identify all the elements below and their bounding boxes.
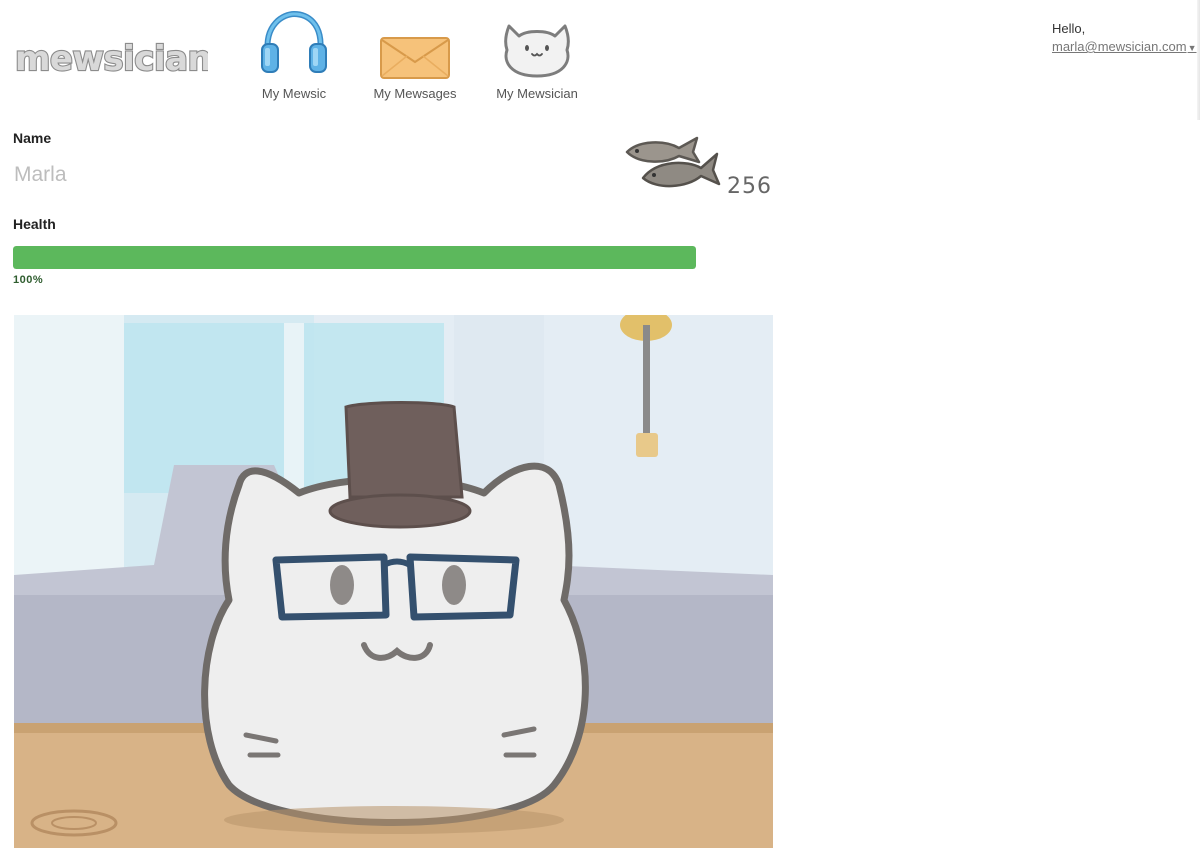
page: mewsician My Mewsic My Mewsages My Mewsi…	[0, 0, 1200, 848]
user-greeting: Hello, marla@mewsician.com▼	[1052, 20, 1196, 57]
nav-label-my-mewsic: My Mewsic	[261, 86, 327, 101]
nav-my-mewsician[interactable]: My Mewsician	[477, 10, 597, 106]
nav-my-mewsic[interactable]: My Mewsic	[234, 10, 354, 106]
fish-icon	[625, 136, 721, 188]
name-value: Marla	[14, 163, 67, 186]
nav-label-my-mewsician: My Mewsician	[496, 86, 578, 101]
greeting-text: Hello,	[1052, 21, 1086, 36]
logo-wordmark: mewsician	[14, 38, 208, 80]
health-percent: 100%	[13, 274, 44, 286]
cat-avatar-illustration	[14, 315, 773, 848]
user-email: marla@mewsician.com	[1052, 39, 1187, 54]
envelope-icon	[355, 10, 475, 84]
headphones-icon	[234, 10, 354, 84]
caret-down-icon: ▼	[1187, 43, 1197, 53]
nav-label-my-mewsages: My Mewsages	[373, 86, 457, 101]
logo-text: mewsician	[15, 39, 208, 79]
cat-face-icon	[477, 10, 597, 84]
logo[interactable]: mewsician	[12, 34, 208, 80]
nav-my-mewsages[interactable]: My Mewsages	[355, 10, 475, 106]
health-label: Health	[13, 216, 56, 232]
user-menu-link[interactable]: marla@mewsician.com▼	[1052, 39, 1196, 54]
health-bar-fill	[13, 246, 696, 269]
fish-counter: 256	[623, 130, 783, 200]
fish-count: 256	[727, 174, 772, 199]
name-label: Name	[13, 130, 52, 146]
mewsician-scene	[14, 315, 773, 848]
health-bar	[13, 246, 696, 269]
